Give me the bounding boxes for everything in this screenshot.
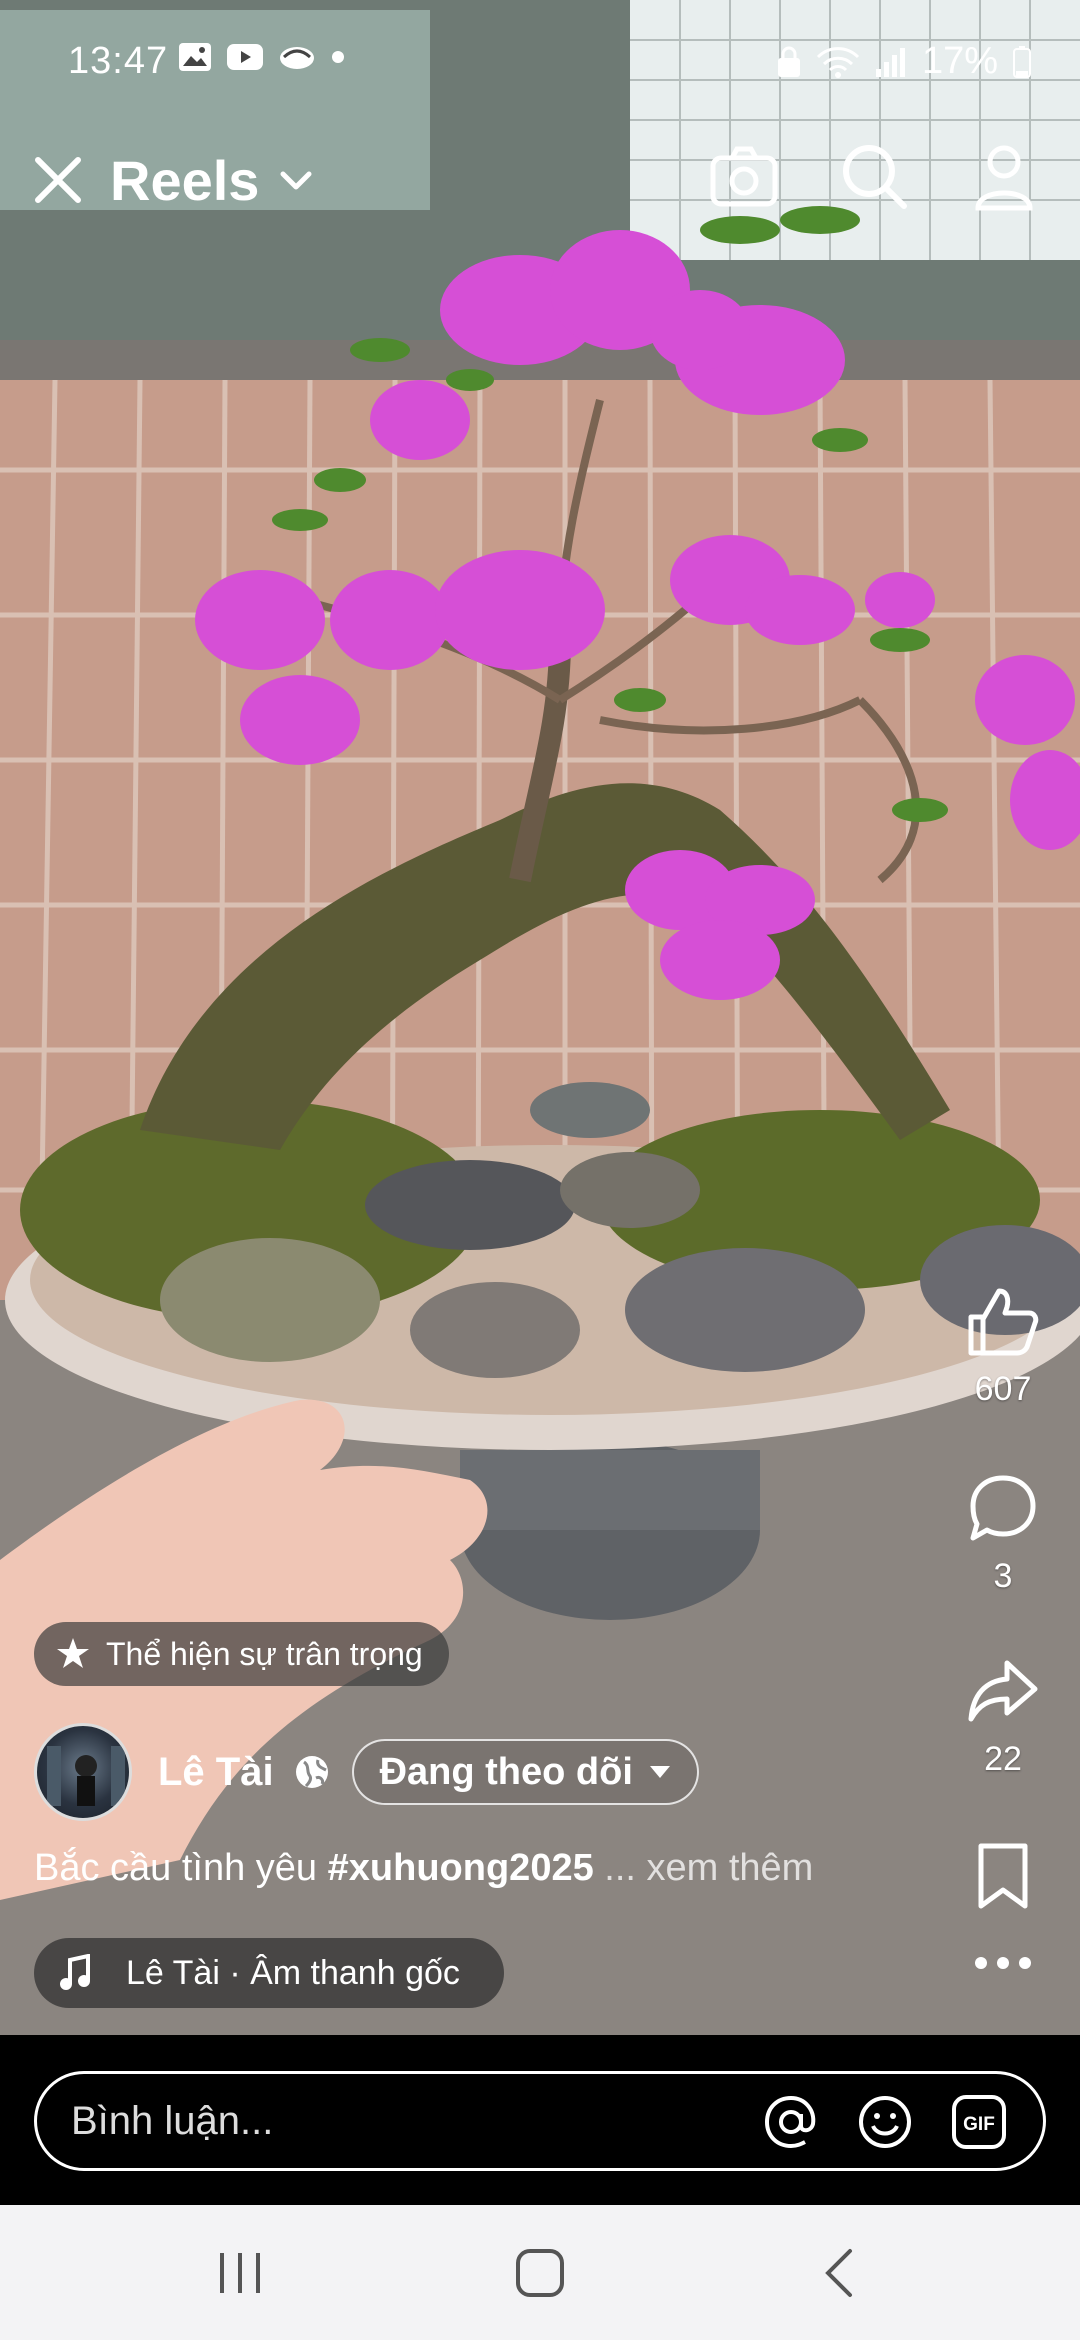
system-nav-bar	[0, 2205, 1080, 2340]
gif-button[interactable]: GIF	[951, 2094, 1007, 2150]
comment-count: 3	[993, 1557, 1013, 1595]
svg-text:GIF: GIF	[963, 2114, 995, 2135]
like-icon	[968, 1288, 1039, 1356]
mention-icon	[764, 2095, 816, 2149]
emoji-button[interactable]	[857, 2094, 913, 2150]
gallery-icon	[179, 43, 211, 71]
bookmark-icon	[978, 1843, 1028, 1909]
reels-header: Reels	[0, 140, 1080, 240]
search-icon	[843, 145, 907, 209]
notification-dot-icon	[332, 51, 344, 63]
home-icon	[516, 2249, 564, 2297]
star-sticker-icon	[57, 1638, 89, 1668]
comment-input-wrapper[interactable]: GIF	[34, 2071, 1046, 2171]
lock-icon	[777, 46, 800, 77]
comment-input[interactable]	[71, 2098, 711, 2144]
back-icon	[825, 2249, 852, 2297]
share-icon	[968, 1660, 1038, 1722]
share-count: 22	[984, 1740, 1022, 1778]
share-action[interactable]: 22	[948, 1655, 1058, 1779]
following-button[interactable]: Đang theo dõi	[351, 1739, 699, 1805]
profile-button[interactable]	[968, 140, 1040, 212]
following-label: Đang theo dõi	[379, 1750, 633, 1793]
wifi-icon	[816, 46, 860, 78]
gif-icon: GIF	[952, 2095, 1006, 2149]
battery-percent: 17%	[921, 40, 998, 82]
recents-button[interactable]	[210, 2245, 270, 2301]
close-icon	[35, 157, 81, 203]
audio-label: Lê Tài · Âm thanh gốc	[126, 1953, 460, 1992]
status-bar: 13:47 17%	[0, 30, 1080, 100]
status-time: 13:47	[68, 40, 169, 82]
appreciation-label: Thể hiện sự trân trọng	[106, 1635, 423, 1672]
like-action[interactable]: 607	[948, 1285, 1058, 1409]
home-button[interactable]	[510, 2245, 570, 2301]
author-row: Lê Tài Đang theo dõi	[34, 1722, 699, 1822]
comment-bar: GIF	[0, 2035, 1080, 2205]
save-button[interactable]	[948, 1840, 1058, 1917]
camera-button[interactable]	[708, 140, 780, 212]
comment-icon	[970, 1475, 1036, 1541]
reels-title-dropdown[interactable]: Reels	[110, 148, 313, 213]
audio-chip[interactable]: Lê Tài · Âm thanh gốc	[34, 1938, 504, 2008]
music-note-icon	[60, 1954, 90, 1990]
close-button[interactable]	[28, 150, 88, 210]
back-button[interactable]	[810, 2245, 870, 2301]
more-icon	[975, 1957, 1031, 1969]
signal-icon	[875, 47, 905, 77]
profile-icon	[975, 145, 1033, 211]
page-title: Reels	[110, 149, 260, 212]
emoji-icon	[859, 2096, 911, 2148]
cloud-icon	[280, 47, 314, 69]
search-button[interactable]	[838, 140, 910, 212]
avatar[interactable]	[34, 1723, 132, 1821]
globe-icon	[295, 1756, 328, 1788]
comment-action[interactable]: 3	[948, 1472, 1058, 1596]
avatar-image	[47, 1746, 125, 1806]
more-options-button[interactable]	[948, 1955, 1058, 1976]
caption[interactable]: Bắc cầu tình yêu #xuhuong2025 ... xem th…	[34, 1847, 813, 1890]
youtube-icon	[227, 44, 263, 70]
recents-icon	[220, 2253, 260, 2293]
battery-icon	[1013, 45, 1031, 78]
mention-button[interactable]	[763, 2094, 819, 2150]
author-name[interactable]: Lê Tài	[158, 1750, 274, 1795]
caret-down-icon	[649, 1766, 670, 1778]
camera-icon	[710, 146, 778, 207]
like-count: 607	[974, 1370, 1032, 1408]
chevron-down-icon	[280, 171, 312, 189]
caption-text: Bắc cầu tình yêu	[34, 1847, 328, 1889]
caption-hashtag[interactable]: #xuhuong2025	[328, 1847, 594, 1889]
see-more-link[interactable]: ... xem thêm	[594, 1847, 813, 1889]
appreciation-chip[interactable]: Thể hiện sự trân trọng	[34, 1622, 449, 1686]
